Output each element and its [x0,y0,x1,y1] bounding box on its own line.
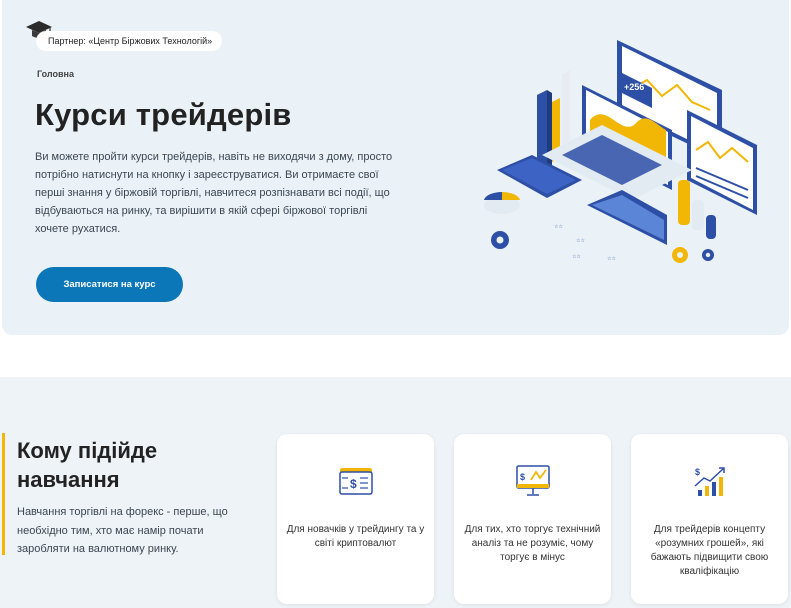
partner-badge: Партнер: «Центр Біржових Технологій» [36,31,223,51]
svg-text:☆☆: ☆☆ [572,254,581,260]
audience-card-text: Для тих, хто торгує технічний аналіз та … [464,524,601,563]
growth-chart-icon: $ [694,467,725,496]
svg-text:$: $ [520,472,525,482]
page: Партнер: «Центр Біржових Технологій» Гол… [0,0,791,608]
svg-text:☆☆: ☆☆ [576,238,585,244]
hero-section: Партнер: «Центр Біржових Технологій» Гол… [2,0,789,335]
page-title: Курси трейдерів [35,97,292,132]
who-description: Навчання торгівлі на форекс - перше, що … [17,506,228,555]
audience-card-beginners: $ Для новачків у трейдингу та у світі кр… [277,434,434,604]
price-tag-label: +256 [624,82,644,92]
svg-text:☆☆: ☆☆ [607,256,616,262]
svg-text:☆☆: ☆☆ [554,224,563,230]
audience-card-text: Для новачків у трейдингу та у світі крип… [286,524,425,549]
audience-card-smart-money: $ Для трейдерів концепту «розумних гроше… [631,434,788,604]
chart-monitor-icon: $ [515,465,550,496]
svg-text:$: $ [350,477,357,491]
hero-description: Ви можете пройти курси трейдерів, навіть… [35,151,393,235]
money-stack-icon: $ [338,468,373,495]
accent-bar [2,433,5,555]
who-title: Кому підійде навчання [17,438,158,492]
audience-card-text: Для трейдерів концепту «розумних грошей»… [650,524,769,577]
enroll-button[interactable]: Записатися на курс [36,267,183,302]
audience-card-technical: $ Для тих, хто торгує технічний аналіз т… [454,434,611,604]
breadcrumb-home[interactable]: Головна [37,69,74,79]
trading-illustration: +256 ☆☆ ☆☆ ☆☆ ☆☆ [484,40,757,263]
svg-text:$: $ [695,467,700,477]
